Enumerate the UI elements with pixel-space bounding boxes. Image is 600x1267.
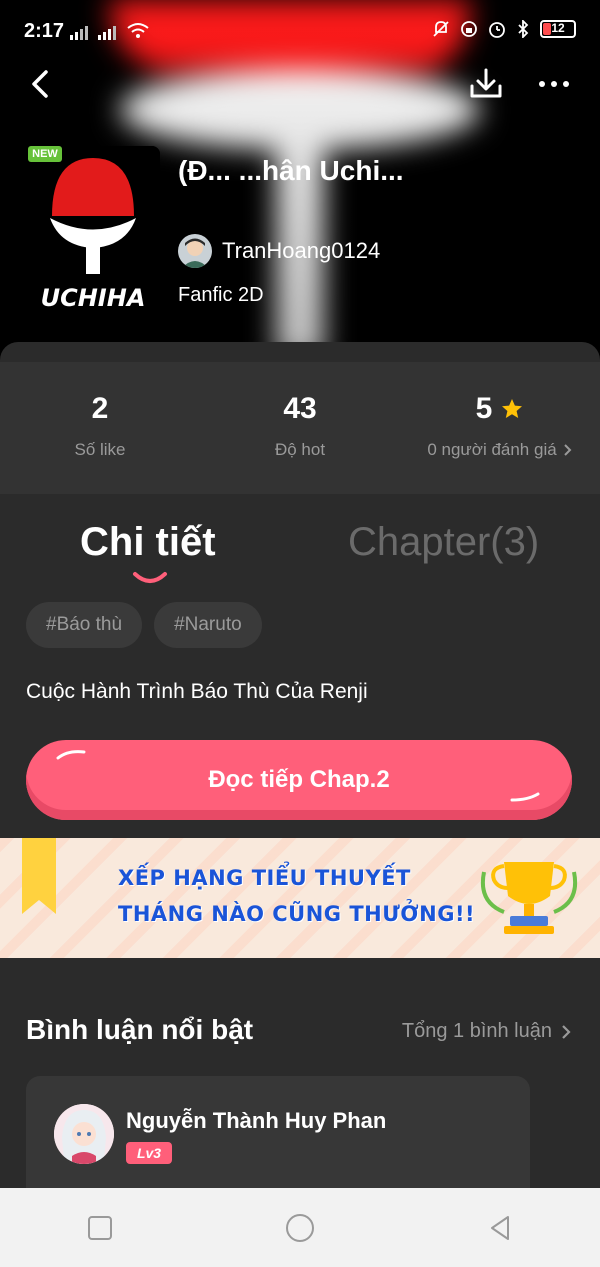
recents-button[interactable] <box>70 1198 130 1258</box>
button-shine <box>56 750 86 760</box>
tag-revenge[interactable]: #Báo thù <box>26 602 143 648</box>
comments-title: Bình luận nổi bật <box>26 1014 254 1045</box>
home-button[interactable] <box>270 1198 330 1258</box>
commenter-name: Nguyễn Thành Huy Phan <box>126 1108 387 1133</box>
tab-active-indicator <box>133 572 167 583</box>
rating-label: 0 người đánh giá <box>427 440 557 459</box>
wifi-icon <box>127 23 149 38</box>
hot-label: Độ hot <box>274 440 326 459</box>
tag-list: #Báo thù #Naruto <box>26 602 262 648</box>
author-avatar <box>178 234 212 268</box>
square-icon <box>88 1215 112 1240</box>
commenter-level-badge: Lv3 <box>126 1142 172 1164</box>
trophy-icon <box>481 862 577 934</box>
stat-hot: 43 Độ hot <box>200 392 400 460</box>
more-icon[interactable] <box>532 72 576 96</box>
battery-icon: 12 <box>540 20 576 38</box>
likes-label: Số like <box>74 440 126 459</box>
status-right-icons: 12 <box>432 20 576 38</box>
story-title: (Đ... ...hân Uchi... <box>178 155 404 186</box>
likes-value: 2 <box>91 392 109 425</box>
stat-rating[interactable]: 5 0 người đánh giá <box>400 392 600 460</box>
cover-title: UCHIHA <box>41 284 146 312</box>
status-left-icons <box>70 22 150 40</box>
author-row[interactable]: TranHoang0124 <box>178 234 380 268</box>
alarm-icon <box>489 22 505 38</box>
stats-bar: 2 Số like 43 Độ hot 5 0 người đánh giá <box>0 362 600 494</box>
tab-details[interactable]: Chi tiết <box>80 520 216 565</box>
new-badge: NEW <box>28 146 62 162</box>
story-cover: UCHIHA <box>26 146 160 322</box>
comments-total: Tổng 1 bình luận <box>401 1020 552 1042</box>
story-category: Fanfic 2D <box>178 284 264 306</box>
uchiha-emblem-image: UCHIHA <box>26 146 160 322</box>
continue-reading-label: Đọc tiếp Chap.2 <box>208 766 390 793</box>
battery-level: 12 <box>551 21 565 35</box>
banner-line-2: THÁNG NÀO CŨNG THƯỞNG!! <box>118 902 476 926</box>
circle-icon <box>286 1213 314 1242</box>
download-icon[interactable] <box>466 64 506 104</box>
stat-likes: 2 Số like <box>0 392 200 460</box>
button-shine-2 <box>510 792 540 802</box>
comments-total-link[interactable]: Tổng 1 bình luận <box>402 1020 572 1043</box>
triangle-back-icon <box>491 1215 509 1240</box>
tag-naruto[interactable]: #Naruto <box>154 602 262 648</box>
chevron-right-icon <box>563 444 572 456</box>
banner-line-1: XẾP HẠNG TIỂU THUYẾT <box>118 866 411 890</box>
rating-value: 5 <box>475 392 493 425</box>
bookmark-ribbon-icon <box>22 838 56 914</box>
back-arrow-icon[interactable] <box>22 64 62 104</box>
bluetooth-icon <box>518 20 529 38</box>
chevron-right-icon <box>562 1024 571 1039</box>
ranking-banner[interactable]: XẾP HẠNG TIỂU THUYẾT THÁNG NÀO CŨNG THƯỞ… <box>0 838 600 958</box>
continue-reading-button[interactable]: Đọc tiếp Chap.2 <box>26 740 572 820</box>
lock-rotate-icon <box>461 21 477 37</box>
system-nav-bar <box>0 1188 600 1267</box>
tab-bar: Chi tiết Chapter(3) <box>0 512 600 583</box>
mute-icon <box>433 21 449 37</box>
status-time: 2:17 <box>24 20 65 42</box>
commenter-avatar <box>54 1104 114 1164</box>
status-bar: 2:17 12 <box>0 0 600 64</box>
signal-2-icon <box>98 26 116 40</box>
back-button[interactable] <box>470 1198 530 1258</box>
author-name: TranHoang0124 <box>222 238 381 263</box>
hot-value: 43 <box>283 392 317 425</box>
signal-icon <box>70 26 88 40</box>
tab-chapters[interactable]: Chapter(3) <box>348 520 539 565</box>
star-icon <box>502 399 523 418</box>
story-description: Cuộc Hành Trình Báo Thù Của Renji <box>26 680 368 703</box>
